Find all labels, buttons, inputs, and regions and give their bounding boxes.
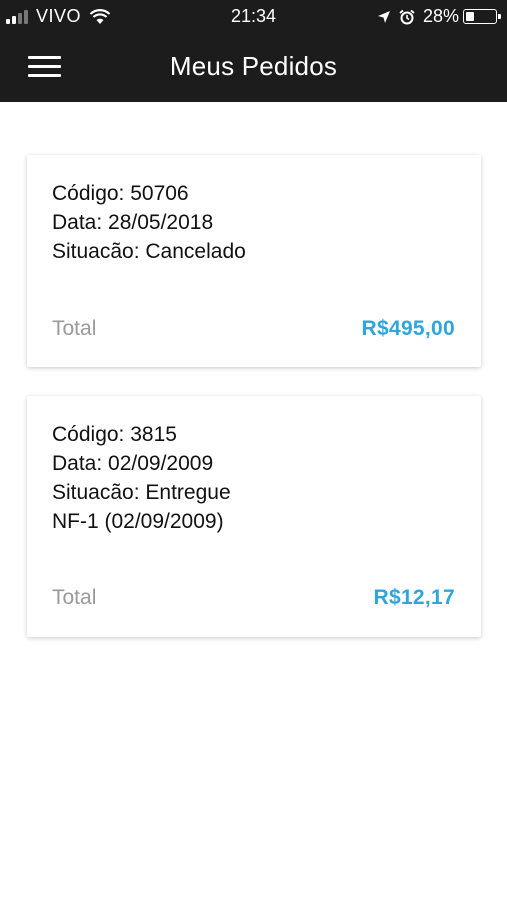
- alarm-clock-icon: [399, 9, 415, 24]
- order-invoice: NF-1 (02/09/2009): [52, 510, 224, 533]
- order-card[interactable]: Código: 50706 Data: 28/05/2018 Situacão:…: [27, 155, 481, 367]
- total-label: Total: [52, 586, 97, 609]
- order-date: Data: 28/05/2018: [52, 211, 214, 234]
- order-code: Código: 3815: [52, 423, 177, 446]
- order-status: Situacão: Cancelado: [52, 240, 246, 263]
- total-label: Total: [52, 317, 97, 340]
- app-header: VIVO 21:34 28% Meus Pedidos: [0, 0, 507, 102]
- order-card[interactable]: Código: 3815 Data: 02/09/2009 Situacão: …: [27, 396, 481, 637]
- battery-percentage: 28%: [422, 6, 459, 26]
- location-arrow-icon: [377, 10, 390, 23]
- status-bar-right: 28%: [377, 6, 501, 27]
- order-details: Código: 3815 Data: 02/09/2009 Situacão: …: [52, 420, 231, 536]
- page-title: Meus Pedidos: [169, 51, 338, 81]
- order-status: Situacão: Entregue: [52, 481, 231, 504]
- status-bar: VIVO 21:34 28%: [0, 0, 507, 34]
- order-code: Código: 50706: [52, 182, 189, 205]
- battery-icon: [463, 9, 501, 24]
- order-date: Data: 02/09/2009: [52, 452, 214, 475]
- total-value: R$12,17: [373, 586, 455, 609]
- total-value: R$495,00: [361, 317, 455, 340]
- order-details: Código: 50706 Data: 28/05/2018 Situacão:…: [52, 179, 246, 266]
